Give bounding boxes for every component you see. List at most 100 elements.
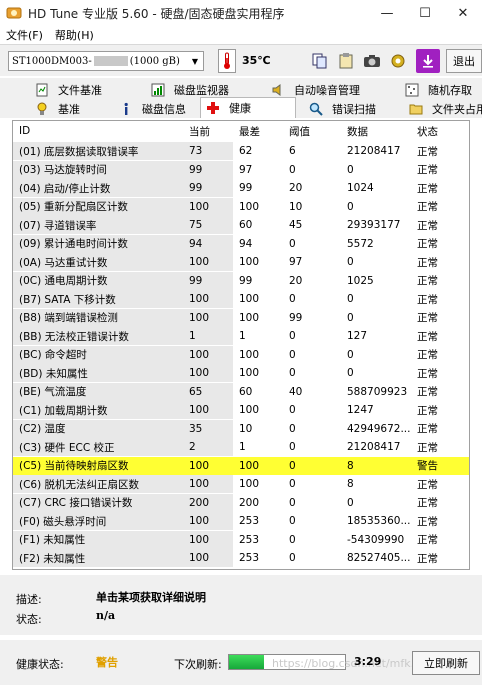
table-row[interactable]: (C2) 温度 35 10 0 42949672... 正常 [13, 419, 469, 438]
cell-data: 5572 [347, 237, 374, 250]
speaker-icon [270, 82, 286, 98]
cell-attribute: (F1) 未知属性 [13, 530, 183, 549]
cell-threshold: 0 [289, 348, 296, 361]
temperature-readout: 35℃ [242, 54, 271, 67]
camera-icon [364, 55, 380, 67]
refresh-now-button[interactable]: 立即刷新 [412, 651, 480, 675]
cell-current: 99 [183, 271, 233, 290]
cell-current: 100 [183, 512, 233, 530]
cell-status: 正常 [417, 534, 438, 546]
table-row[interactable]: (C6) 脱机无法纠正扇区数 100 100 0 8 正常 [13, 475, 469, 493]
folder-icon [408, 101, 424, 117]
cell-data: 588709923 [347, 385, 408, 398]
cell-attribute: (BE) 气流温度 [13, 382, 183, 401]
table-row[interactable]: (F2) 未知属性 100 253 0 82527405... 正常 [13, 549, 469, 567]
cell-status: 正常 [417, 330, 438, 343]
cell-status: 正常 [417, 552, 438, 565]
tab-benchmark[interactable]: 基准 [30, 99, 80, 118]
table-row[interactable]: (B8) 端到端错误检测 100 100 99 0 正常 [13, 308, 469, 327]
cell-status: 正常 [417, 441, 438, 454]
table-row[interactable]: (F1) 未知属性 100 253 0 -54309990 正常 [13, 530, 469, 549]
tab-file-benchmark[interactable]: 文件基准 [30, 80, 102, 99]
cell-worst: 100 [239, 256, 260, 268]
options-button[interactable] [386, 49, 410, 73]
table-row[interactable]: (B7) SATA 下移计数 100 100 0 0 正常 [13, 290, 469, 308]
cell-worst: 100 [239, 311, 260, 324]
cell-data: 42949672... [347, 422, 411, 435]
header-current[interactable]: 当前 [183, 121, 233, 141]
refresh-progress-fill [229, 655, 264, 669]
tab-disk-info[interactable]: 磁盘信息 [114, 99, 186, 118]
tab-label: 文件夹占用 [432, 102, 482, 116]
table-row[interactable]: (C7) CRC 接口错误计数 200 200 0 0 正常 [13, 493, 469, 512]
maximize-button[interactable]: ☐ [406, 0, 444, 26]
table-row[interactable]: (BD) 未知属性 100 100 0 0 正常 [13, 364, 469, 382]
header-threshold[interactable]: 阈值 [283, 121, 341, 141]
tab-error-scan[interactable]: 错误扫描 [304, 99, 376, 118]
menu-file[interactable]: 文件(F) [0, 27, 49, 43]
cell-worst: 100 [239, 367, 260, 379]
smart-table[interactable]: ID 当前 最差 阈值 数据 状态 (01) 底层数据读取错误率 73 62 6 212… [12, 120, 470, 570]
tab-folder-usage[interactable]: 文件夹占用 [404, 99, 482, 118]
menu-help[interactable]: 帮助(H) [49, 27, 100, 43]
table-row[interactable]: (07) 寻道错误率 75 60 45 29393177 正常 [13, 216, 469, 234]
cell-worst: 100 [239, 404, 260, 416]
table-row[interactable]: (09) 累计通电时间计数 94 94 0 5572 正常 [13, 234, 469, 253]
tab-label: 自动噪音管理 [294, 83, 360, 97]
table-row[interactable]: (BE) 气流温度 65 60 40 588709923 正常 [13, 382, 469, 401]
details-panel: 描述: 单击某项获取详细说明 状态: n/a [0, 575, 482, 635]
header-data[interactable]: 数据 [341, 121, 411, 141]
tab-random-access[interactable]: 随机存取 [400, 80, 472, 99]
screenshot-button[interactable] [360, 49, 384, 73]
cell-attribute: (0A) 马达重试计数 [13, 253, 183, 271]
table-row[interactable]: (C1) 加载周期计数 100 100 0 1247 正常 [13, 401, 469, 419]
toolbar: ST1000DM003- (1000 gB) ▼ 35℃ 退出 [0, 44, 482, 76]
header-id[interactable]: ID [13, 121, 183, 141]
tab-label: 磁盘信息 [142, 102, 186, 116]
table-row[interactable]: (F0) 磁头悬浮时间 100 253 0 18535360... 正常 [13, 512, 469, 530]
disk-monitor-icon [150, 82, 166, 98]
close-button[interactable]: ✕ [444, 0, 482, 26]
cell-current: 100 [183, 253, 233, 271]
cell-current: 100 [183, 364, 233, 382]
table-row[interactable]: (BB) 无法校正错误计数 1 1 0 127 正常 [13, 327, 469, 345]
table-row[interactable]: (C5) 当前待映射扇区数 100 100 0 8 警告 [13, 456, 469, 475]
tab-health[interactable]: 健康 [200, 97, 296, 118]
cell-attribute: (BB) 无法校正错误计数 [13, 327, 183, 345]
cell-data: 21208417 [347, 441, 401, 453]
save-button[interactable] [416, 49, 440, 73]
table-row[interactable]: (0A) 马达重试计数 100 100 97 0 正常 [13, 253, 469, 271]
table-row[interactable]: (05) 重新分配扇区计数 100 100 10 0 正常 [13, 197, 469, 216]
cell-attribute: (09) 累计通电时间计数 [13, 234, 183, 253]
cell-threshold: 99 [289, 311, 303, 324]
table-row[interactable]: (03) 马达旋转时间 99 97 0 0 正常 [13, 160, 469, 179]
table-row[interactable]: (0C) 通电周期计数 99 99 20 1025 正常 [13, 271, 469, 290]
cell-current: 100 [183, 197, 233, 216]
exit-button[interactable]: 退出 [446, 49, 482, 73]
drive-select[interactable]: ST1000DM003- (1000 gB) ▼ [8, 51, 204, 71]
cell-status: 正常 [417, 293, 438, 306]
table-row[interactable]: (C3) 硬件 ECC 校正 2 1 0 21208417 正常 [13, 438, 469, 456]
cell-worst: 100 [239, 200, 260, 213]
cell-threshold: 10 [289, 200, 303, 213]
table-row[interactable]: (01) 底层数据读取错误率 73 62 6 21208417 正常 [13, 142, 469, 160]
table-row[interactable]: (04) 启动/停止计数 99 99 20 1024 正常 [13, 179, 469, 197]
copy-screenshot-button[interactable] [334, 49, 358, 73]
thermometer-icon [218, 49, 236, 73]
cell-status: 正常 [417, 182, 438, 195]
cell-worst: 62 [239, 145, 253, 157]
header-status[interactable]: 状态 [411, 121, 469, 141]
cell-threshold: 0 [289, 552, 296, 564]
minimize-button[interactable]: — [368, 0, 406, 26]
status-label: 状态: [16, 613, 42, 626]
download-arrow-icon [423, 55, 433, 68]
cell-worst: 100 [239, 348, 260, 361]
cell-status: 正常 [417, 201, 438, 213]
tab-label: 基准 [58, 102, 80, 116]
cell-data: 82527405... [347, 552, 411, 564]
table-row[interactable]: (BC) 命令超时 100 100 0 0 正常 [13, 345, 469, 364]
header-worst[interactable]: 最差 [233, 121, 283, 141]
copy-text-button[interactable] [308, 49, 332, 73]
cell-threshold: 20 [289, 182, 303, 194]
cell-status: 正常 [417, 497, 438, 509]
